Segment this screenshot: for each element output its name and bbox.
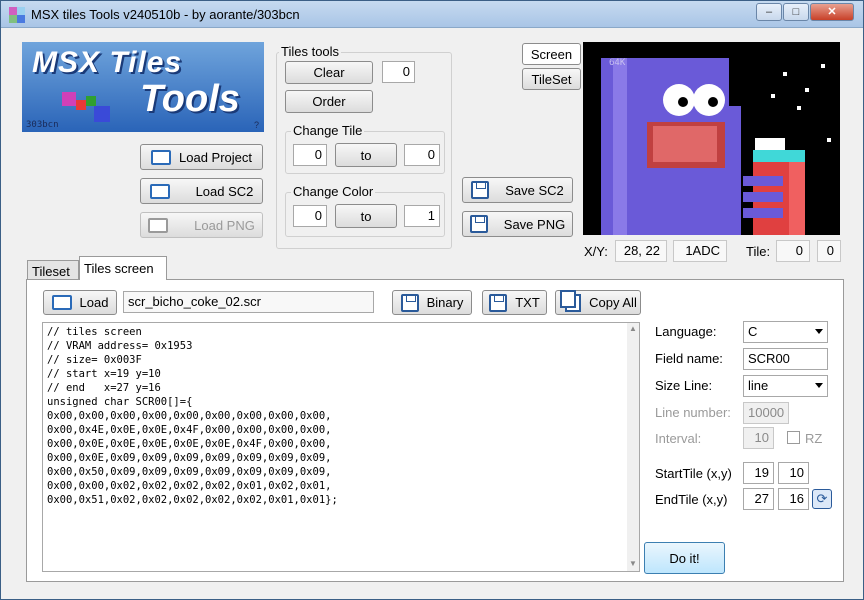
- change-tile-to-field[interactable]: 0: [404, 144, 440, 166]
- end-x-input[interactable]: 27: [743, 488, 774, 510]
- size-line-select[interactable]: line: [743, 375, 828, 397]
- address-value: 1ADC: [673, 240, 727, 262]
- clear-value-field[interactable]: 0: [382, 61, 415, 83]
- tile-value-2: 0: [817, 240, 841, 262]
- interval-input[interactable]: 10: [743, 427, 774, 449]
- refresh-icon[interactable]: ⟳: [812, 489, 832, 509]
- start-y-input[interactable]: 10: [778, 462, 809, 484]
- change-tile-to-button[interactable]: to: [335, 143, 397, 167]
- maximize-button[interactable]: □: [783, 3, 809, 21]
- load-button[interactable]: Load: [43, 290, 117, 315]
- change-tile-from-field[interactable]: 0: [293, 144, 327, 166]
- logo-line2: Tools: [140, 78, 240, 120]
- app-window: MSX tiles Tools v240510b - by aorante/30…: [0, 0, 864, 600]
- txt-button[interactable]: TXT: [482, 290, 547, 315]
- folder-icon: [149, 183, 170, 199]
- rz-checkbox[interactable]: [787, 431, 800, 444]
- tab-tiles-screen[interactable]: Tiles screen: [79, 256, 167, 280]
- do-it-button[interactable]: Do it!: [644, 542, 725, 574]
- scroll-down-icon[interactable]: ▼: [629, 559, 637, 568]
- logo-help[interactable]: ?: [254, 120, 259, 130]
- save-png-button[interactable]: Save PNG: [462, 211, 573, 237]
- change-color-to-field[interactable]: 1: [404, 205, 440, 227]
- change-tile-label: Change Tile: [291, 123, 365, 138]
- floppy-icon: [471, 181, 490, 199]
- code-output[interactable]: // tiles screen // VRAM address= 0x1953 …: [42, 322, 640, 572]
- tileset-view-button[interactable]: TileSet: [522, 68, 581, 90]
- app-icon: [9, 7, 25, 23]
- filename-field[interactable]: scr_bicho_coke_02.scr: [123, 291, 374, 313]
- load-sc2-label: Load SC2: [195, 183, 254, 199]
- chevron-down-icon: [815, 329, 823, 334]
- change-color-to-button[interactable]: to: [335, 204, 397, 228]
- save-sc2-button[interactable]: Save SC2: [462, 177, 573, 203]
- field-name-label: Field name:: [655, 351, 723, 366]
- load-png-button[interactable]: Load PNG: [140, 212, 263, 238]
- line-number-input[interactable]: 10000: [743, 402, 789, 424]
- logo-square: [94, 106, 110, 122]
- logo-square: [62, 92, 76, 106]
- copy-icon: [560, 289, 582, 312]
- app-logo[interactable]: MSX Tiles Tools 303bcn ?: [22, 42, 264, 132]
- xy-label: X/Y:: [584, 244, 608, 259]
- screen-artwork: [601, 58, 831, 235]
- tile-label: Tile:: [746, 244, 771, 259]
- field-name-input[interactable]: SCR00: [743, 348, 828, 370]
- binary-label: Binary: [426, 295, 464, 310]
- size-line-label: Size Line:: [655, 378, 713, 393]
- start-x-input[interactable]: 19: [743, 462, 774, 484]
- copy-all-button[interactable]: Copy All: [555, 289, 641, 315]
- order-button[interactable]: Order: [285, 90, 373, 113]
- xy-value: 28, 22: [615, 240, 667, 262]
- floppy-icon: [469, 215, 488, 233]
- tile-value: 0: [776, 240, 810, 262]
- logo-square: [76, 100, 86, 110]
- folder-icon: [148, 217, 169, 233]
- screen-overlay-text: 64K: [609, 58, 626, 68]
- load-png-label: Load PNG: [194, 217, 255, 233]
- load-project-button[interactable]: Load Project: [140, 144, 263, 170]
- size-line-value: line: [748, 378, 769, 393]
- binary-button[interactable]: Binary: [392, 290, 472, 315]
- line-number-label: Line number:: [655, 405, 731, 420]
- start-tile-label: StartTile (x,y): [655, 466, 732, 481]
- code-scrollbar[interactable]: ▲ ▼: [627, 323, 639, 571]
- save-sc2-label: Save SC2: [505, 182, 564, 198]
- title-bar[interactable]: MSX tiles Tools v240510b - by aorante/30…: [1, 1, 863, 28]
- folder-icon: [151, 149, 171, 165]
- change-color-from-field[interactable]: 0: [293, 205, 327, 227]
- language-value: C: [748, 324, 758, 339]
- language-label: Language:: [655, 324, 717, 339]
- language-select[interactable]: C: [743, 321, 828, 343]
- close-button[interactable]: ✕: [810, 3, 854, 21]
- change-color-label: Change Color: [291, 184, 376, 199]
- screen-view-button[interactable]: Screen: [522, 43, 581, 65]
- chevron-down-icon: [815, 383, 823, 388]
- rz-label: RZ: [805, 431, 823, 446]
- interval-label: Interval:: [655, 431, 702, 446]
- load-label: Load: [79, 295, 109, 310]
- scroll-up-icon[interactable]: ▲: [629, 324, 637, 333]
- load-sc2-button[interactable]: Load SC2: [140, 178, 263, 204]
- load-project-label: Load Project: [179, 149, 252, 165]
- clear-button[interactable]: Clear: [285, 61, 373, 84]
- window-title: MSX tiles Tools v240510b - by aorante/30…: [31, 7, 300, 22]
- save-png-label: Save PNG: [503, 216, 566, 232]
- tab-tileset[interactable]: Tileset: [27, 260, 79, 279]
- minimize-button[interactable]: –: [756, 3, 782, 21]
- copy-all-label: Copy All: [589, 295, 637, 310]
- logo-author: 303bcn: [26, 120, 59, 130]
- end-y-input[interactable]: 16: [778, 488, 809, 510]
- logo-line1: MSX Tiles: [32, 46, 183, 79]
- logo-square: [86, 96, 96, 106]
- end-tile-label: EndTile (x,y): [655, 492, 728, 507]
- screen-preview[interactable]: 64K: [583, 42, 840, 235]
- txt-label: TXT: [515, 295, 540, 310]
- folder-icon: [51, 295, 72, 310]
- tiles-tools-label: Tiles tools: [279, 44, 342, 59]
- floppy-icon: [400, 293, 419, 312]
- floppy-icon: [489, 293, 508, 312]
